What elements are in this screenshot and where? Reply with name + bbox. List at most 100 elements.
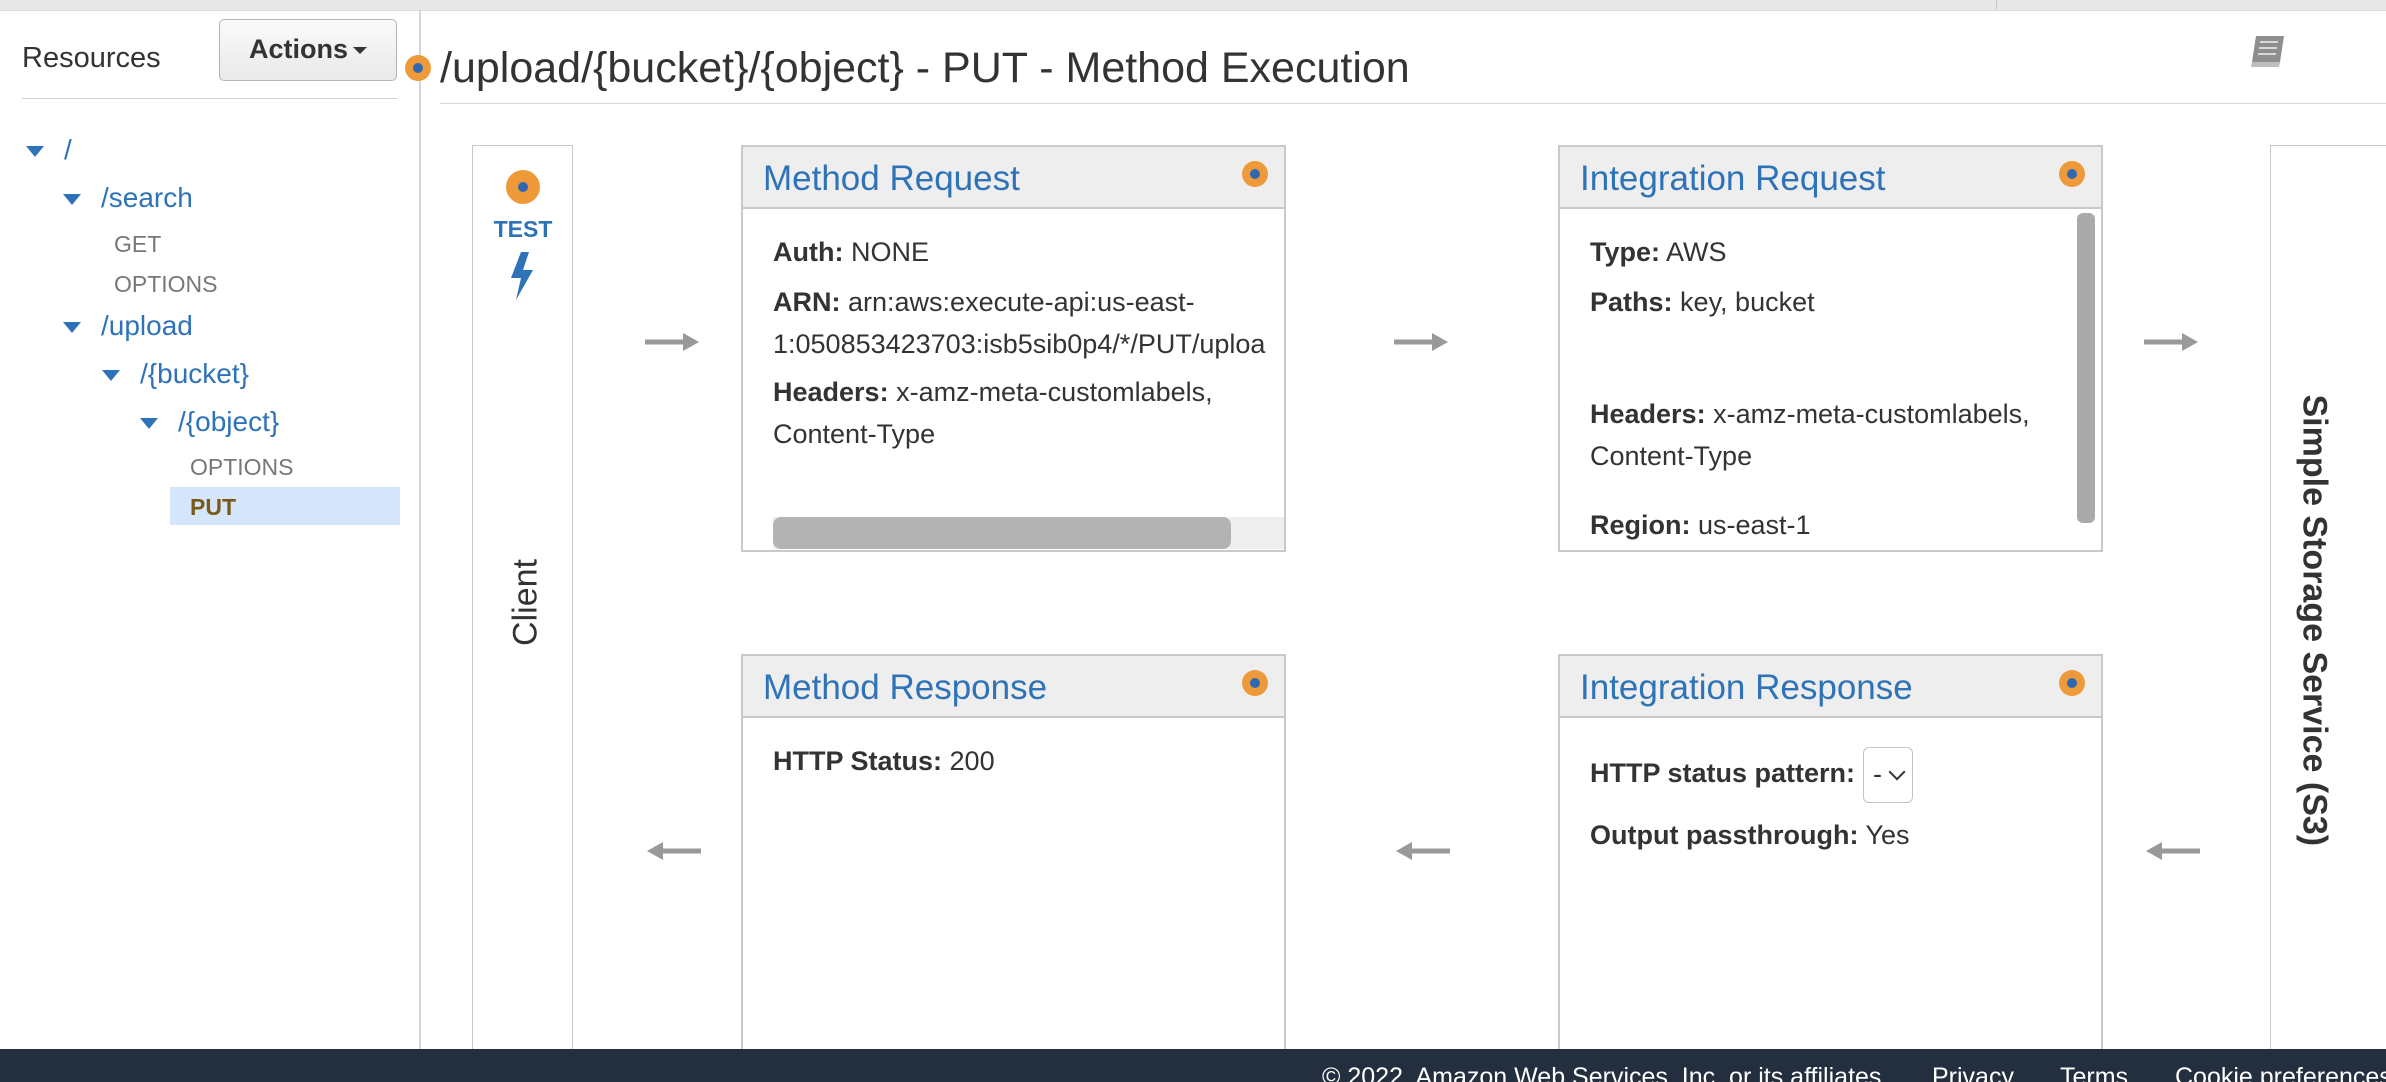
headers-value: x-amz-meta-customlabels, [896,377,1213,407]
tree-node-search[interactable]: /search [63,182,193,214]
expand-triangle-icon[interactable] [63,194,81,206]
client-label: Client [506,559,545,646]
footer-privacy-link[interactable]: Privacy [1932,1063,2014,1082]
method-response-header: Method Response [743,656,1284,718]
tree-node-object[interactable]: /{object} [140,406,279,438]
top-bar-divider [1996,0,1997,10]
auth-key: Auth: [773,237,844,267]
tree-node-root[interactable]: / [26,134,72,166]
tree-method-label: OPTIONS [114,271,218,297]
integration-response-title[interactable]: Integration Response [1580,668,1913,708]
status-dot-icon [405,55,431,81]
left-arrow-icon [1396,842,1450,860]
auth-field: Auth: NONE [773,231,929,273]
http-status-key: HTTP Status: [773,746,943,776]
integration-request-header: Integration Request [1560,147,2101,209]
tree-node-label: /{bucket} [140,358,249,389]
horizontal-scrollbar-thumb[interactable] [773,517,1231,549]
arn-field-cont: 1:050853423703:isb5sib0p4/*/PUT/uploa [773,323,1265,365]
region-field: Region: us-east-1 [1590,504,1811,546]
integration-response-header: Integration Response [1560,656,2101,718]
chevron-down-icon [1888,763,1906,781]
method-request-header: Method Request [743,147,1284,209]
headers-key: Headers: [1590,399,1706,429]
tree-method-get[interactable]: GET [114,231,161,258]
expand-triangle-icon[interactable] [140,418,158,430]
caret-down-icon [353,47,367,55]
headers-field-cont: Content-Type [773,413,935,455]
right-arrow-icon [2144,333,2198,351]
region-key: Region: [1590,510,1691,540]
test-link[interactable]: TEST [493,216,553,243]
page-title: /upload/{bucket}/{object} - PUT - Method… [440,44,1410,92]
headers-value: Content-Type [1590,441,1753,471]
tree-node-label: / [64,134,72,165]
tree-node-bucket[interactable]: /{bucket} [102,358,249,390]
footer: © 2022, Amazon Web Services, Inc. or its… [0,1049,2386,1082]
lightning-bolt-icon[interactable] [507,250,537,302]
status-pattern-value: - [1873,758,1883,789]
integration-response-panel: Integration Response HTTP status pattern… [1558,654,2103,1055]
backend-label: Simple Storage Service (S3) [2295,394,2334,847]
type-value: AWS [1666,237,1727,267]
footer-cookie-preferences-link[interactable]: Cookie preferences [2175,1063,2386,1082]
tree-node-label: /upload [101,310,193,341]
type-field: Type: AWS [1590,231,1727,273]
tree-node-upload[interactable]: /upload [63,310,193,342]
arn-value: arn:aws:execute-api:us-east- [848,287,1195,317]
tree-node-label: /{object} [178,406,280,437]
method-request-title[interactable]: Method Request [763,159,1020,199]
right-arrow-icon [645,333,699,351]
output-passthrough-value: Yes [1865,820,1910,850]
tree-method-label: PUT [190,494,236,520]
expand-triangle-icon[interactable] [63,322,81,334]
status-dot-icon [2059,161,2085,187]
headers-field: Headers: x-amz-meta-customlabels, [773,371,1213,413]
actions-button[interactable]: Actions [219,19,397,81]
vertical-scrollbar-thumb[interactable] [2077,213,2095,523]
status-dot-icon [1242,670,1268,696]
tree-method-options[interactable]: OPTIONS [190,454,294,481]
resources-sidebar [0,10,421,1050]
type-key: Type: [1590,237,1661,267]
status-dot-icon [506,170,540,204]
right-arrow-icon [1394,333,1448,351]
tree-method-put[interactable]: PUT [190,494,236,521]
resources-title: Resources [22,42,161,74]
left-arrow-icon [2146,842,2200,860]
tree-method-label: GET [114,231,162,257]
method-response-title[interactable]: Method Response [763,668,1047,708]
http-status-value: 200 [949,746,995,776]
http-status-field: HTTP Status: 200 [773,740,995,782]
integration-request-title[interactable]: Integration Request [1580,159,1885,199]
headers-key: Headers: [773,377,889,407]
tree-method-options[interactable]: OPTIONS [114,271,218,298]
expand-triangle-icon[interactable] [102,370,120,382]
arn-key: ARN: [773,287,841,317]
arn-field: ARN: arn:aws:execute-api:us-east- [773,281,1195,323]
paths-field: Paths: key, bucket [1590,281,1815,323]
sidebar-divider [22,98,397,99]
status-pattern-select[interactable]: - [1863,746,1914,803]
auth-value: NONE [850,237,929,267]
actions-button-label: Actions [248,34,348,64]
title-divider [440,103,2386,104]
paths-value: key, bucket [1680,287,1815,317]
method-request-panel: Method Request Auth: NONE ARN: arn:aws:e… [741,145,1286,552]
region-value: us-east-1 [1698,510,1811,540]
paths-key: Paths: [1590,287,1673,317]
expand-triangle-icon[interactable] [26,146,44,158]
status-dot-icon [1242,161,1268,187]
integration-request-panel: Integration Request Type: AWS Paths: key… [1558,145,2103,552]
output-passthrough-field: Output passthrough: Yes [1590,814,1910,856]
book-icon[interactable] [2246,32,2290,70]
status-pattern-field: HTTP status pattern: - [1590,742,1914,804]
tree-node-label: /search [101,182,193,213]
method-response-panel: Method Response HTTP Status: 200 [741,654,1286,1055]
footer-terms-link[interactable]: Terms [2060,1063,2128,1082]
status-dot-icon [2059,670,2085,696]
arn-value: 1:050853423703:isb5sib0p4/*/PUT/uploa [773,329,1266,359]
footer-copyright: © 2022, Amazon Web Services, Inc. or its… [1322,1063,1889,1082]
tree-method-label: OPTIONS [190,454,294,480]
headers-field: Headers: x-amz-meta-customlabels, [1590,393,2030,435]
